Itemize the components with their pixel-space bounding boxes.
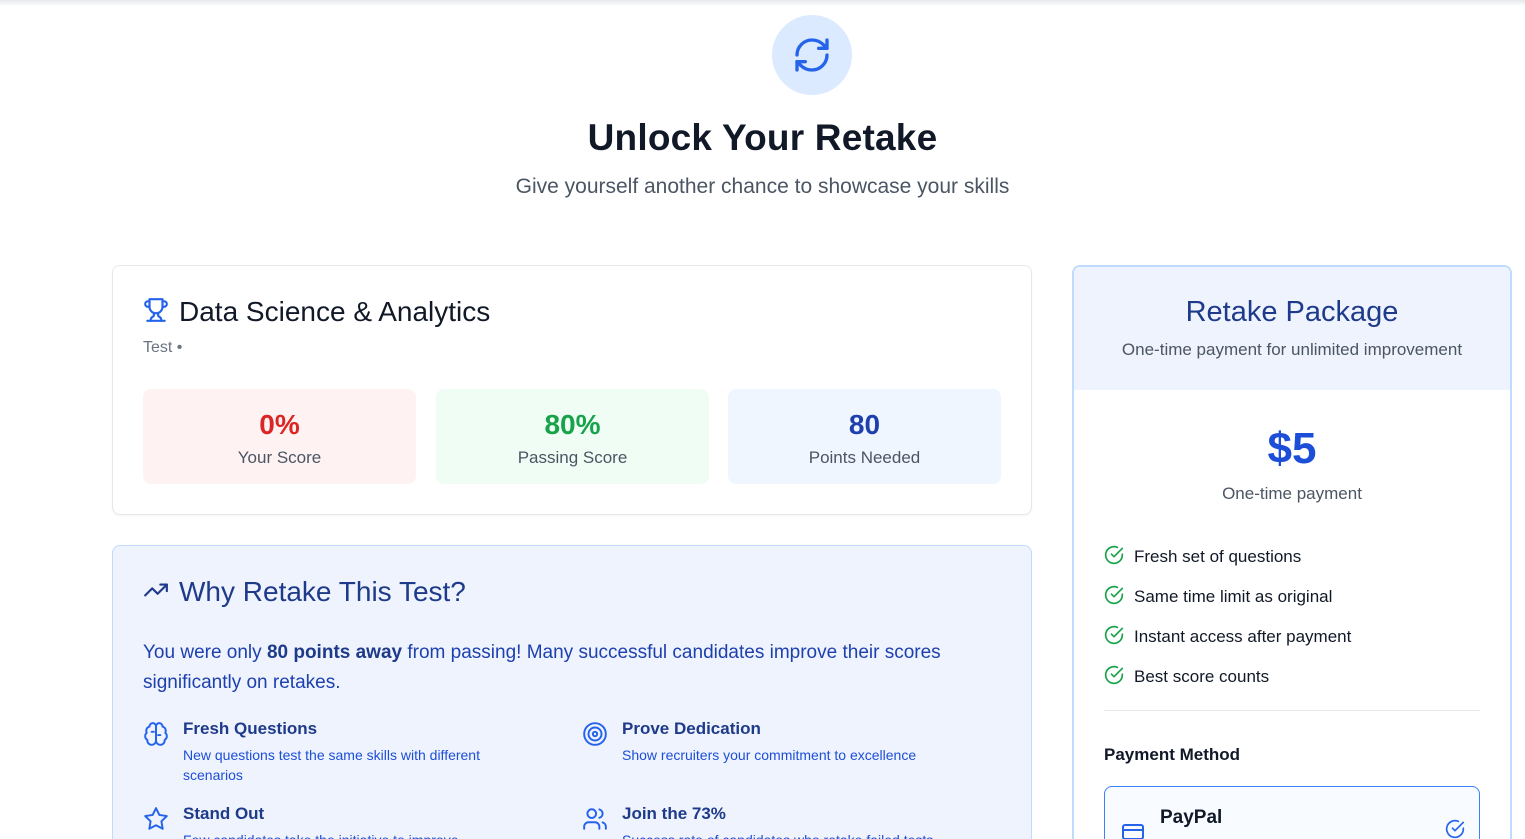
payment-method-label: Payment Method <box>1104 745 1241 764</box>
stat-value: 80% <box>544 409 601 440</box>
feature-title: Join the 73% <box>622 804 726 823</box>
benefit-label: Same time limit as original <box>1134 587 1333 606</box>
stat-value: 0% <box>259 409 300 440</box>
test-name: Data Science & Analytics <box>179 296 491 327</box>
price-note: One-time payment <box>1222 484 1362 503</box>
target-icon <box>582 721 608 747</box>
package-title: Retake Package <box>1185 296 1399 328</box>
why-retake-card: Why Retake This Test? You were only 80 p… <box>112 545 1032 839</box>
feature-title: Stand Out <box>183 804 265 823</box>
check-circle-icon <box>1445 819 1465 839</box>
stat-label: Your Score <box>237 448 322 467</box>
why-title-row: Why Retake This Test? <box>143 576 466 608</box>
test-title-row: Data Science & Analytics <box>143 296 490 328</box>
credit-card-icon <box>1121 820 1145 839</box>
top-shadow <box>0 0 1525 6</box>
stat-label: Points Needed <box>808 448 921 467</box>
feature-title: Prove Dedication <box>622 719 761 738</box>
why-title: Why Retake This Test? <box>179 576 466 607</box>
benefit-label: Best score counts <box>1134 667 1270 686</box>
test-summary-card: Data Science & Analytics Test • 0% Your … <box>112 265 1032 515</box>
why-text-start: You were only <box>143 642 267 663</box>
payment-option-paypal[interactable]: PayPal <box>1104 786 1480 839</box>
package-subtitle: One-time payment for unlimited improveme… <box>1121 340 1463 359</box>
feature-title: Fresh Questions <box>183 719 318 738</box>
page-subtitle: Give yourself another chance to showcase… <box>515 175 1010 198</box>
check-circle-icon <box>1104 545 1124 570</box>
feature-description: Success rate of candidates who retake fa… <box>622 830 1022 839</box>
your-score-stat: 0% Your Score <box>143 389 416 484</box>
trophy-icon <box>143 297 169 328</box>
benefit-item: Fresh set of questions <box>1104 537 1351 577</box>
stat-label: Passing Score <box>517 448 628 467</box>
check-circle-icon <box>1104 665 1124 690</box>
benefit-item: Instant access after payment <box>1104 617 1351 657</box>
brain-icon <box>143 721 169 747</box>
benefit-label: Fresh set of questions <box>1134 547 1302 566</box>
points-needed-stat: 80 Points Needed <box>728 389 1001 484</box>
package-price: $5 <box>1267 424 1317 473</box>
refresh-icon <box>772 15 852 95</box>
benefit-label: Instant access after payment <box>1134 627 1352 646</box>
check-circle-icon <box>1104 585 1124 610</box>
why-text-highlight: 80 points away <box>266 642 403 663</box>
test-meta: Test • <box>143 339 183 356</box>
users-icon <box>582 806 608 832</box>
star-icon <box>143 806 169 832</box>
benefit-item: Same time limit as original <box>1104 577 1351 617</box>
benefit-item: Best score counts <box>1104 657 1351 697</box>
why-description: You were only 80 points away from passin… <box>143 638 1003 698</box>
page-title: Unlock Your Retake <box>587 117 938 158</box>
feature-description: New questions test the same skills with … <box>183 747 480 783</box>
trending-up-icon <box>143 577 169 608</box>
retake-package-card: Retake Package One-time payment for unli… <box>1072 265 1512 839</box>
package-header: Retake Package One-time payment for unli… <box>1074 267 1510 390</box>
check-circle-icon <box>1104 625 1124 650</box>
benefits-list: Fresh set of questions Same time limit a… <box>1104 537 1351 697</box>
passing-score-stat: 80% Passing Score <box>436 389 709 484</box>
stat-value: 80 <box>848 409 881 440</box>
divider <box>1104 710 1480 711</box>
feature-description: Show recruiters your commitment to excel… <box>622 747 917 763</box>
feature-description: Few candidates take the initiative to im… <box>183 830 523 839</box>
payment-option-name: PayPal <box>1160 807 1223 828</box>
